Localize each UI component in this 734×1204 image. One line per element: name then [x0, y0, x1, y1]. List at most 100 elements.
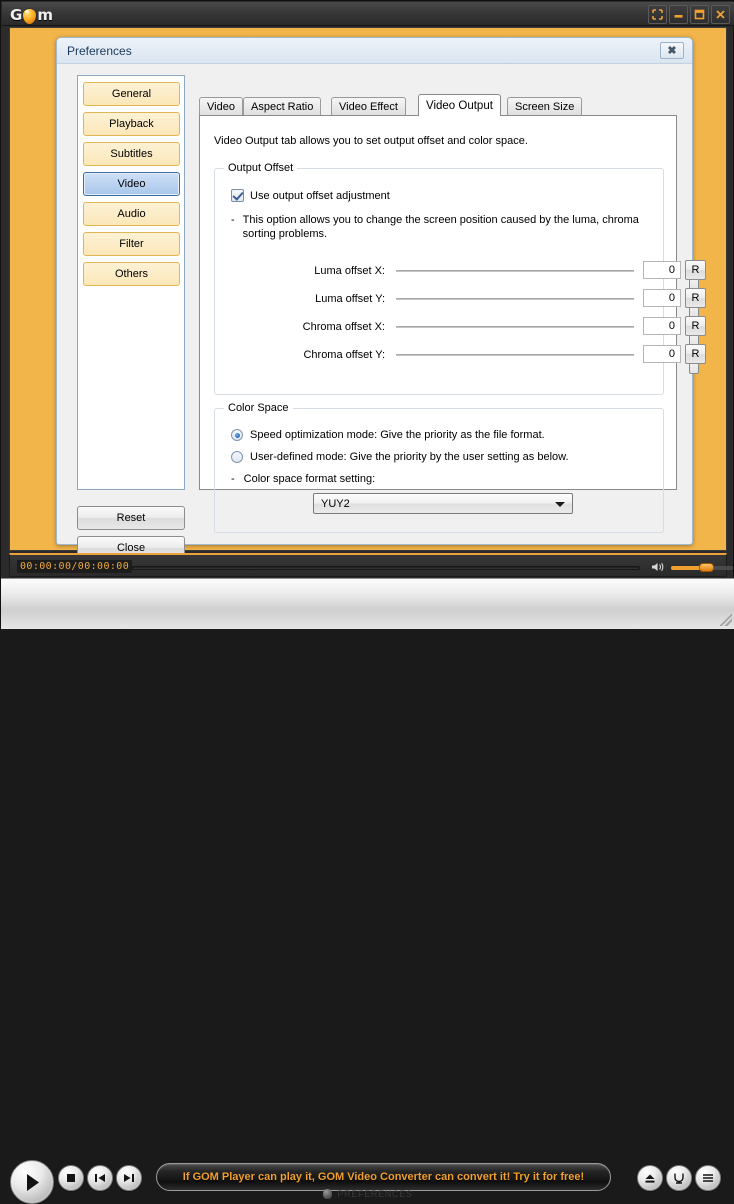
chroma-offset-y-label: Chroma offset Y:	[303, 349, 385, 361]
seek-slider[interactable]	[132, 566, 640, 570]
volume-icon[interactable]	[651, 561, 665, 575]
dialog-titlebar: Preferences ✖	[57, 38, 692, 64]
user-defined-row[interactable]: User-defined mode: Give the priority by …	[231, 451, 569, 463]
slider-row-luma-y: Luma offset Y: 0 R	[215, 288, 706, 318]
minimize-button[interactable]	[669, 5, 688, 24]
gom-ball-icon	[23, 8, 37, 24]
resize-grip[interactable]	[720, 614, 732, 626]
previous-button[interactable]	[87, 1165, 113, 1191]
color-space-legend: Color Space	[224, 402, 293, 414]
preferences-dialog: Preferences ✖ General Playback Subtitles…	[56, 37, 706, 560]
chroma-offset-y-reset-button[interactable]: R	[685, 344, 706, 364]
sidebar-item-general[interactable]: General	[83, 82, 180, 106]
menu-button[interactable]	[695, 1165, 721, 1191]
sidebar-item-playback[interactable]: Playback	[83, 112, 180, 136]
player-control-bar: If GOM Player can play it, GOM Video Con…	[1, 578, 734, 1204]
maximize-icon	[694, 9, 705, 20]
close-button[interactable]	[711, 5, 730, 24]
luma-offset-x-value[interactable]: 0	[643, 261, 681, 279]
hint-dash: -	[231, 214, 235, 226]
stop-button[interactable]	[58, 1165, 84, 1191]
luma-offset-x-slider[interactable]	[396, 270, 699, 290]
luma-offset-y-slider[interactable]	[396, 298, 699, 318]
chroma-offset-x-label: Chroma offset X:	[302, 321, 385, 333]
use-output-offset-row[interactable]: Use output offset adjustment	[231, 189, 390, 202]
status-bar: PREFERENCES	[1, 1189, 734, 1199]
hint-text: This option allows you to change the scr…	[242, 214, 639, 240]
speed-optimization-label: Speed optimization mode: Give the priori…	[250, 429, 545, 441]
output-offset-group: Output Offset Use output offset adjustme…	[214, 162, 706, 395]
eject-button[interactable]	[637, 1165, 663, 1191]
output-offset-legend: Output Offset	[224, 162, 298, 174]
status-text: PREFERENCES	[337, 1189, 413, 1199]
video-display-area[interactable]: Preferences ✖ General Playback Subtitles…	[9, 27, 727, 560]
luma-offset-y-value[interactable]: 0	[643, 289, 681, 307]
playlist-button[interactable]	[666, 1165, 692, 1191]
promo-banner[interactable]: If GOM Player can play it, GOM Video Con…	[156, 1163, 611, 1191]
chevron-down-icon	[555, 502, 565, 507]
format-dash: -	[231, 473, 235, 485]
user-defined-label: User-defined mode: Give the priority by …	[250, 451, 569, 463]
next-button[interactable]	[116, 1165, 142, 1191]
window-buttons	[648, 5, 730, 24]
output-offset-hint: - This option allows you to change the s…	[231, 213, 651, 241]
panel-description: Video Output tab allows you to set outpu…	[214, 135, 528, 147]
stop-icon	[67, 1174, 75, 1182]
color-space-format-label: Color space format setting:	[243, 473, 376, 485]
category-sidebar: General Playback Subtitles Video Audio F…	[77, 75, 185, 490]
luma-offset-y-reset-button[interactable]: R	[685, 288, 706, 308]
logo-letter-g: G	[10, 6, 23, 24]
chroma-offset-y-slider[interactable]	[396, 354, 699, 374]
seekbar-strip: 00:00:00/00:00:00	[9, 553, 733, 577]
speed-optimization-radio[interactable]	[231, 429, 243, 441]
mouse-icon	[323, 1189, 333, 1199]
use-output-offset-checkbox[interactable]	[231, 189, 244, 202]
player-titlebar: G m	[2, 2, 734, 26]
dialog-close-button[interactable]: ✖	[660, 42, 684, 59]
sidebar-item-video[interactable]: Video	[83, 172, 180, 196]
reset-button[interactable]: Reset	[77, 506, 185, 530]
gom-player-window: G m Preferences ✖ General Playback Subti…	[0, 0, 734, 1204]
tab-screen-size[interactable]: Screen Size	[507, 97, 583, 116]
chroma-offset-y-value[interactable]: 0	[643, 345, 681, 363]
chroma-offset-x-value[interactable]: 0	[643, 317, 681, 335]
video-output-panel: Video Output tab allows you to set outpu…	[199, 115, 706, 533]
fullscreen-icon	[652, 9, 663, 20]
luma-offset-x-reset-button[interactable]: R	[685, 260, 706, 280]
next-icon	[124, 1174, 134, 1182]
chroma-offset-x-slider[interactable]	[396, 326, 699, 346]
speed-optimization-row[interactable]: Speed optimization mode: Give the priori…	[231, 429, 545, 441]
eject-icon	[645, 1174, 655, 1183]
sidebar-item-filter[interactable]: Filter	[83, 232, 180, 256]
sidebar-item-subtitles[interactable]: Subtitles	[83, 142, 180, 166]
color-space-group: Color Space Speed optimization mode: Giv…	[214, 402, 664, 533]
time-display: 00:00:00/00:00:00	[17, 560, 133, 573]
color-space-format-value: YUY2	[321, 497, 350, 510]
dialog-title: Preferences	[67, 44, 132, 58]
tab-video[interactable]: Video	[199, 97, 243, 116]
color-space-format-row: - Color space format setting:	[231, 473, 375, 485]
minimize-icon	[674, 15, 683, 18]
tab-video-output[interactable]: Video Output	[418, 94, 501, 116]
tab-video-effect[interactable]: Video Effect	[331, 97, 406, 116]
volume-slider[interactable]	[671, 563, 733, 572]
sidebar-item-audio[interactable]: Audio	[83, 202, 180, 226]
luma-offset-x-label: Luma offset X:	[314, 265, 385, 277]
tabstrip: Video Aspect Ratio Video Effect Video Ou…	[199, 94, 677, 116]
slider-row-luma-x: Luma offset X: 0 R	[215, 260, 706, 290]
previous-icon	[95, 1174, 105, 1182]
sidebar-item-others[interactable]: Others	[83, 262, 180, 286]
playlist-icon	[674, 1173, 684, 1184]
user-defined-radio[interactable]	[231, 451, 243, 463]
color-space-format-select[interactable]: YUY2	[313, 493, 573, 514]
maximize-button[interactable]	[690, 5, 709, 24]
use-output-offset-label: Use output offset adjustment	[250, 189, 390, 202]
logo-letter-m: m	[37, 6, 53, 24]
tab-aspect-ratio[interactable]: Aspect Ratio	[243, 97, 322, 116]
volume-thumb[interactable]	[699, 563, 714, 572]
slider-row-chroma-y: Chroma offset Y: 0 R	[215, 344, 706, 374]
close-icon	[716, 10, 725, 19]
chroma-offset-x-reset-button[interactable]: R	[685, 316, 706, 336]
fullscreen-button[interactable]	[648, 5, 667, 24]
luma-offset-y-label: Luma offset Y:	[315, 293, 385, 305]
